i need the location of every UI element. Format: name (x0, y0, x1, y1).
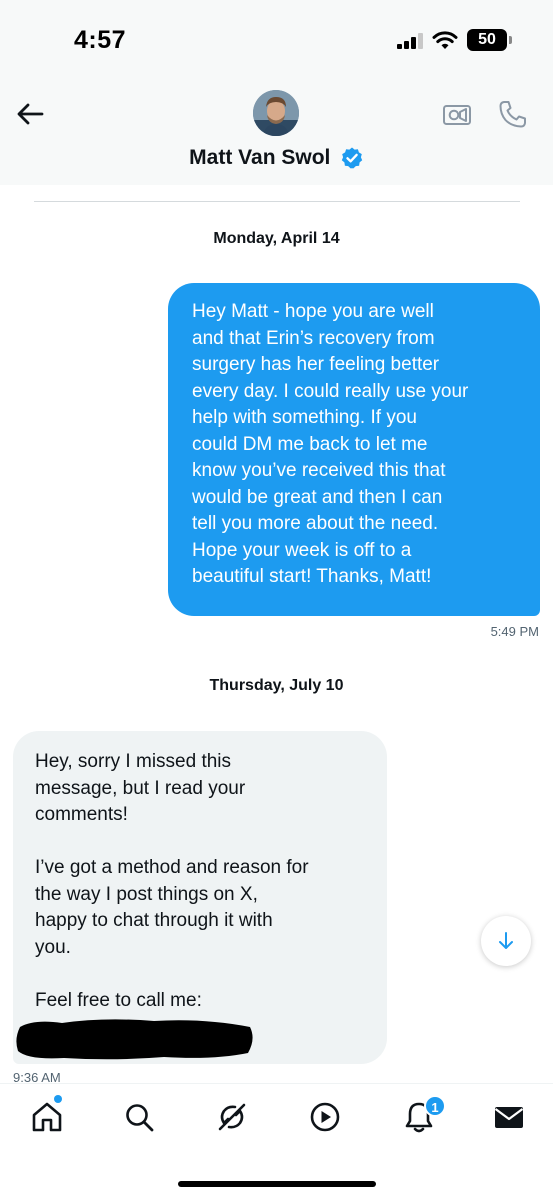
home-indicator (178, 1181, 376, 1187)
message-timestamp: 5:49 PM (490, 624, 539, 639)
status-bar: 4:57 50 (0, 0, 553, 80)
messages-icon (494, 1107, 524, 1128)
phone-call-button[interactable] (497, 98, 529, 130)
header-divider (34, 201, 520, 202)
grok-icon (218, 1103, 246, 1131)
cellular-signal-icon (397, 33, 423, 49)
home-unread-dot (54, 1095, 62, 1103)
nav-video[interactable] (308, 1100, 342, 1134)
date-separator: Thursday, July 10 (209, 677, 344, 694)
nav-home[interactable] (30, 1100, 64, 1134)
contact-name: Matt Van Swol (189, 146, 331, 169)
contact-name-row[interactable]: Matt Van Swol (0, 146, 553, 170)
home-icon (32, 1102, 62, 1132)
verified-badge-icon (341, 147, 363, 169)
notification-count-badge: 1 (424, 1095, 446, 1117)
nav-search[interactable] (122, 1100, 156, 1134)
video-camera-icon (443, 105, 471, 125)
nav-messages[interactable] (492, 1100, 526, 1134)
phone-icon (499, 101, 526, 128)
back-button[interactable] (14, 98, 46, 130)
conversation-header: Matt Van Swol (0, 80, 553, 185)
search-icon (126, 1104, 154, 1132)
avatar[interactable] (253, 90, 299, 136)
arrow-down-icon (499, 932, 513, 949)
date-separator: Monday, April 14 (213, 230, 340, 247)
nav-grok[interactable] (215, 1100, 249, 1134)
redaction-mark (16, 1019, 253, 1060)
video-icon (310, 1102, 340, 1132)
back-arrow-icon (17, 103, 44, 125)
scroll-to-bottom-button[interactable] (481, 916, 531, 966)
outgoing-message-bubble[interactable]: Hey Matt - hope you are well and that Er… (168, 283, 540, 616)
battery-icon: 50 (467, 29, 512, 51)
wifi-icon (432, 31, 458, 49)
status-time: 4:57 (74, 26, 127, 54)
video-call-button[interactable] (442, 100, 472, 130)
